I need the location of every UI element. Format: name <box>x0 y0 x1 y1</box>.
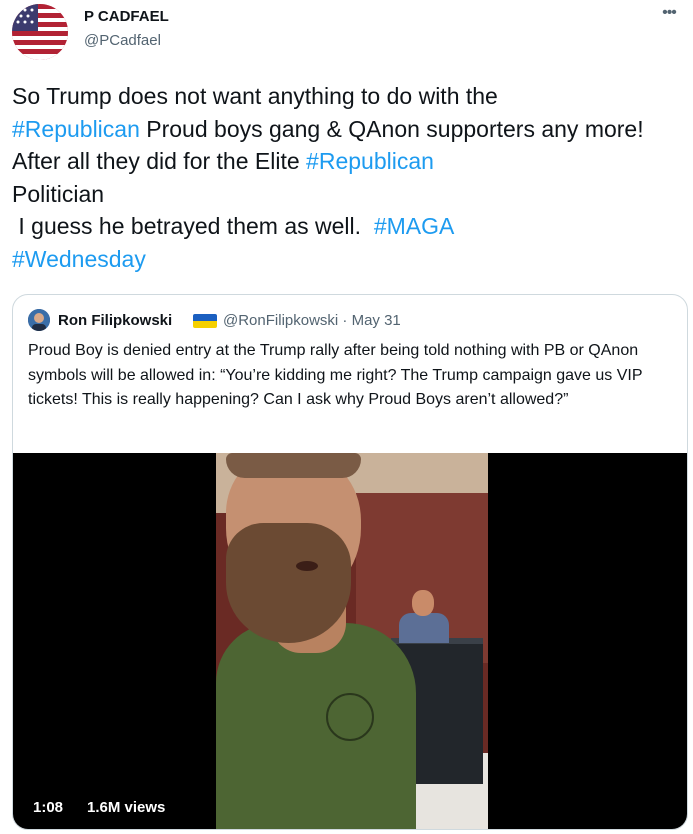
quoted-author-avatar[interactable] <box>28 309 50 331</box>
author-handle[interactable]: @PCadfael <box>84 32 161 49</box>
tweet-text-segment: So Trump does not want anything to do wi… <box>12 83 498 109</box>
video-player[interactable]: 1:08 1.6M views <box>13 453 687 829</box>
author-name[interactable]: P CADFAEL <box>84 8 169 25</box>
ukraine-flag-icon <box>193 314 217 328</box>
quoted-tweet[interactable]: Ron Filipkowski @RonFilipkowski · May 31… <box>12 294 688 830</box>
hashtag-link[interactable]: #MAGA <box>374 213 455 239</box>
hashtag-link[interactable]: #Republican <box>306 148 434 174</box>
quoted-handle-date[interactable]: @RonFilipkowski · May 31 <box>223 312 401 329</box>
person-avatar-image <box>28 309 50 331</box>
hashtag-link[interactable]: #Republican <box>12 116 140 142</box>
hashtag-link[interactable]: #Wednesday <box>12 246 146 272</box>
video-duration: 1:08 <box>33 799 64 816</box>
author-avatar[interactable] <box>12 4 68 60</box>
us-flag-avatar-image <box>12 4 68 60</box>
quoted-author-name[interactable]: Ron Filipkowski <box>58 312 172 329</box>
more-horizontal-icon[interactable]: ••• <box>657 4 681 24</box>
tweet-text-segment: Politician I guess he betrayed them as w… <box>12 180 362 240</box>
video-thumbnail <box>216 453 488 829</box>
video-view-count: 1.6M views <box>87 799 166 816</box>
quoted-tweet-text: Proud Boy is denied entry at the Trump r… <box>28 342 643 408</box>
tweet-text: So Trump does not want anything to do wi… <box>12 80 687 275</box>
